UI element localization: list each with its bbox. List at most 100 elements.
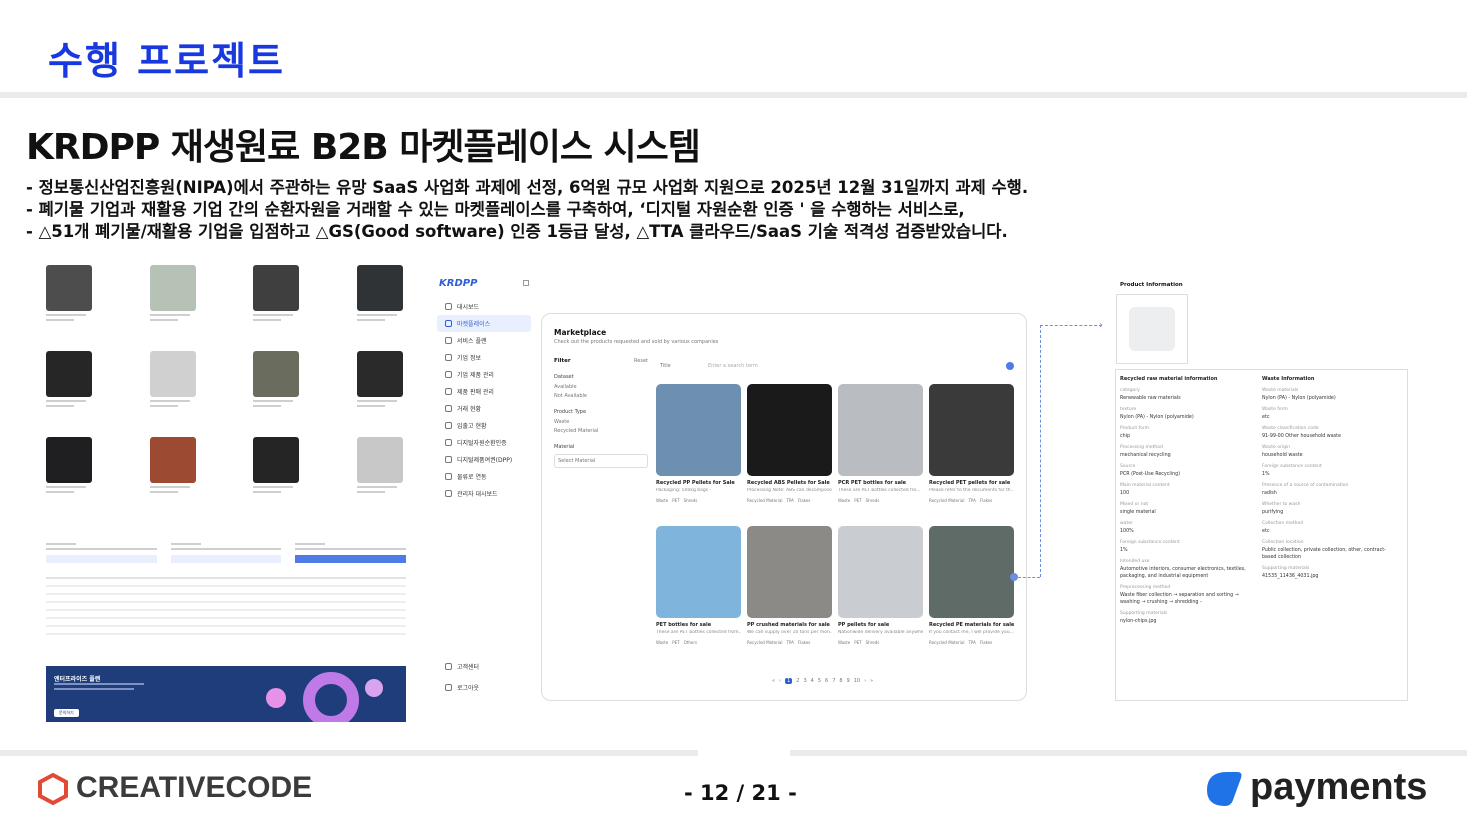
- list-item[interactable]: [356, 437, 407, 515]
- sidebar-item-sales[interactable]: 제품 판매 관리: [437, 383, 531, 400]
- sidebar-collapse-icon[interactable]: [523, 280, 529, 286]
- product-card[interactable]: PP crushed materials for sale We can supp…: [747, 526, 832, 658]
- list-item[interactable]: [149, 265, 200, 343]
- field-value: Waste fiber collection → separation and …: [1120, 593, 1239, 605]
- product-card-grid: Recycled PP Pellets for Sale Packaging: 5…: [656, 384, 1014, 658]
- box-icon: [445, 371, 452, 378]
- dataset-option[interactable]: Not Available: [554, 393, 648, 399]
- sidebar-item-dashboard[interactable]: 대시보드: [437, 298, 531, 315]
- dataset-option[interactable]: Available: [554, 384, 648, 390]
- sidebar-item-marketplace[interactable]: 마켓플레이스: [437, 315, 531, 332]
- page-link[interactable]: »: [870, 678, 873, 684]
- decoration-shapes: [266, 672, 383, 722]
- product-type-option[interactable]: Recycled Material: [554, 428, 648, 434]
- search-icon[interactable]: [1006, 362, 1014, 370]
- admin-icon: [445, 490, 452, 497]
- page-link[interactable]: 7: [832, 678, 835, 684]
- field-label: Collection method: [1262, 521, 1304, 526]
- product-tag: Recycled Material: [929, 498, 965, 503]
- product-card[interactable]: Recycled PET pellets for sale Please refe…: [929, 384, 1014, 516]
- list-item[interactable]: [253, 265, 303, 343]
- field-label: Preprocessing method: [1120, 585, 1171, 590]
- list-item[interactable]: [253, 437, 303, 515]
- logout-icon: [445, 684, 452, 691]
- product-title: PCR PET bottles for sale: [838, 480, 907, 486]
- product-card[interactable]: PCR PET bottles for sale These are PET bo…: [838, 384, 923, 516]
- market-icon: [445, 320, 452, 327]
- page-link[interactable]: ›: [864, 678, 866, 684]
- list-item[interactable]: [149, 437, 200, 515]
- product-tag: Recycled Material: [747, 498, 783, 503]
- reset-button[interactable]: Reset: [634, 358, 648, 364]
- field-label: Product form: [1120, 426, 1150, 431]
- marketplace-subtitle: Check out the products requested and sol…: [554, 339, 719, 345]
- sidebar-item-products[interactable]: 기업 제품 관리: [437, 366, 531, 383]
- product-card[interactable]: Recycled ABS Pellets for Sale Processing …: [747, 384, 832, 516]
- header-divider: [0, 92, 1467, 98]
- list-item[interactable]: [356, 265, 407, 343]
- page-link[interactable]: ‹: [779, 678, 781, 684]
- page-link[interactable]: 6: [825, 678, 828, 684]
- product-tag: Recycled Material: [747, 640, 783, 645]
- passport-icon: [445, 456, 452, 463]
- field-value: PCR (Post-Use Recycling): [1120, 472, 1181, 477]
- page-link[interactable]: 9: [847, 678, 850, 684]
- list-item[interactable]: [356, 351, 407, 429]
- product-card[interactable]: Recycled PP Pellets for Sale Packaging: 5…: [656, 384, 741, 516]
- sidebar-item-company[interactable]: 기업 정보: [437, 349, 531, 366]
- tag-icon: [445, 388, 452, 395]
- product-image: [656, 384, 741, 476]
- product-card[interactable]: Recycled PE materials for sale If you con…: [929, 526, 1014, 658]
- product-desc: We can supply over 10 tons per mon...: [747, 630, 832, 635]
- page-link[interactable]: 2: [796, 678, 799, 684]
- page-link[interactable]: «: [772, 678, 775, 684]
- search-input[interactable]: Enter a search term: [708, 363, 996, 369]
- list-item[interactable]: [149, 351, 200, 429]
- sidebar-item-logistics[interactable]: 물류로 연동: [437, 468, 531, 485]
- page-link[interactable]: 4: [811, 678, 814, 684]
- product-image: [1116, 294, 1188, 364]
- sidebar-item-cert[interactable]: 디지털자원순환인증: [437, 434, 531, 451]
- page-link[interactable]: 5: [818, 678, 821, 684]
- product-card[interactable]: PET bottles for sale These are PET bottle…: [656, 526, 741, 658]
- field-value: chip: [1120, 434, 1131, 439]
- product-tag: TPA: [968, 498, 976, 503]
- sidebar-item-trades[interactable]: 거래 현황: [437, 400, 531, 417]
- footer-divider: [790, 750, 1467, 756]
- list-item[interactable]: [46, 265, 96, 343]
- marketplace-title: Marketplace: [554, 328, 607, 337]
- field-label: texture: [1120, 407, 1137, 412]
- sidebar-item-dpp[interactable]: 디지털제품여권(DPP): [437, 451, 531, 468]
- product-image: [929, 384, 1014, 476]
- product-card[interactable]: PP pellets for sale Nationwide delivery a…: [838, 526, 923, 658]
- list-item[interactable]: [253, 351, 303, 429]
- sidebar-item-support[interactable]: 고객센터: [437, 658, 531, 675]
- sidebar-item-logout[interactable]: 로그아웃: [437, 679, 531, 696]
- product-title: PET bottles for sale: [656, 622, 712, 628]
- product-tag: Waste: [838, 498, 851, 503]
- sidebar-item-plan[interactable]: 서비스 플랜: [437, 332, 531, 349]
- material-select[interactable]: Select Material: [554, 454, 648, 468]
- page-link[interactable]: 8: [839, 678, 842, 684]
- field-value: 1%: [1262, 472, 1270, 477]
- sidebar-item-inout[interactable]: 입출고 현황: [437, 417, 531, 434]
- list-item[interactable]: [46, 351, 96, 429]
- list-item[interactable]: [46, 437, 96, 515]
- product-tag: Others: [683, 640, 698, 645]
- product-tag: PET: [672, 640, 680, 645]
- page-link[interactable]: 1: [785, 678, 793, 684]
- product-tag: PET: [854, 498, 862, 503]
- product-type-option[interactable]: Waste: [554, 419, 648, 425]
- field-label: Collection location: [1262, 540, 1304, 545]
- sidebar-item-admin[interactable]: 관리자 대시보드: [437, 485, 531, 502]
- field-value: single material: [1120, 510, 1156, 515]
- truck-icon: [445, 422, 452, 429]
- banner-button[interactable]: 문의하기: [54, 709, 79, 717]
- link-icon: [445, 473, 452, 480]
- field-value: household waste: [1262, 453, 1303, 458]
- slide-title: KRDPP 재생원료 B2B 마켓플레이스 시스템: [26, 127, 701, 168]
- search-field-select[interactable]: Title: [660, 363, 698, 369]
- page-link[interactable]: 10: [854, 678, 860, 684]
- field-label: Processing method: [1120, 445, 1163, 450]
- page-link[interactable]: 3: [803, 678, 806, 684]
